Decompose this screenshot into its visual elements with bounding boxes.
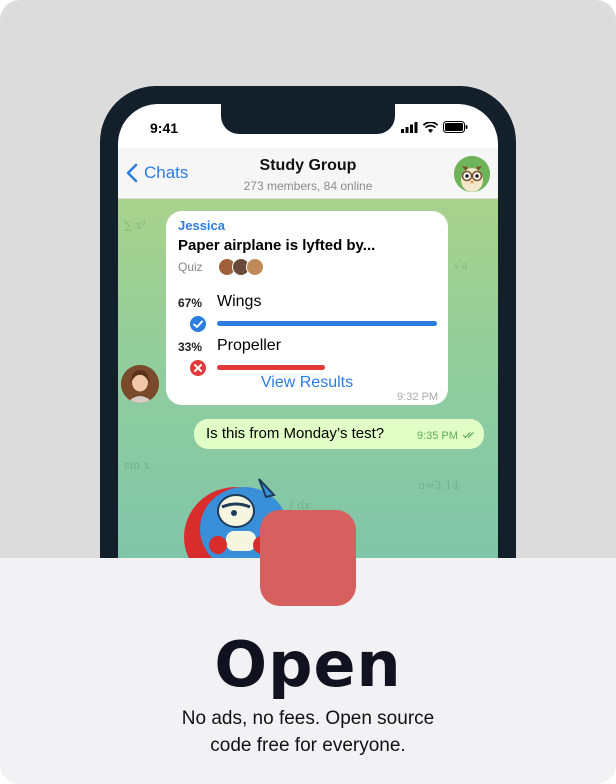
poll-type-label: Quiz bbox=[178, 260, 203, 274]
status-icons bbox=[401, 121, 468, 133]
promo-card: 9:41 Chats Study Group 273 members, 84 o… bbox=[0, 0, 616, 784]
background-pattern: sin x bbox=[124, 459, 150, 472]
voter-avatar bbox=[246, 258, 264, 276]
option-label: Wings bbox=[217, 293, 262, 310]
voter-avatars bbox=[218, 258, 264, 276]
promo-headline: Open bbox=[214, 628, 402, 701]
double-check-icon bbox=[462, 432, 474, 439]
poll-author[interactable]: Jessica bbox=[178, 218, 225, 233]
promo-description: No ads, no fees. Open source code free f… bbox=[0, 705, 616, 759]
poll-question: Paper airplane is lyfted by... bbox=[178, 237, 376, 254]
background-pattern: π=3.14 bbox=[418, 479, 459, 492]
promo-line-2: code free for everyone. bbox=[210, 735, 406, 756]
check-icon bbox=[190, 316, 206, 332]
view-results-button[interactable]: View Results bbox=[166, 374, 448, 392]
chat-subtitle: 273 members, 84 online bbox=[243, 179, 373, 193]
option-percent: 67% bbox=[178, 296, 203, 310]
message-text: Is this from Monday’s test? bbox=[206, 425, 385, 442]
background-pattern: √a bbox=[454, 259, 468, 272]
jessica-avatar[interactable] bbox=[121, 365, 159, 403]
option-label: Propeller bbox=[217, 337, 282, 354]
option-bar bbox=[217, 321, 437, 326]
user-photo-icon bbox=[121, 365, 159, 403]
signal-icon bbox=[401, 121, 418, 133]
promo-line-1: No ads, no fees. Open source bbox=[181, 708, 435, 729]
app-icon bbox=[260, 510, 356, 606]
poll-timestamp: 9:32 PM bbox=[397, 391, 438, 403]
quiz-poll-bubble[interactable]: Jessica Paper airplane is lyfted by... Q… bbox=[166, 211, 448, 405]
chat-title: Study Group bbox=[259, 157, 357, 174]
message-timestamp: 9:35 PM bbox=[417, 430, 476, 442]
status-time: 9:41 bbox=[150, 120, 179, 136]
message-time: 9:35 PM bbox=[416, 430, 458, 442]
option-percent: 33% bbox=[178, 340, 203, 354]
option-bar bbox=[217, 365, 325, 370]
wifi-icon bbox=[423, 121, 438, 133]
battery-icon bbox=[443, 121, 468, 133]
group-avatar[interactable] bbox=[454, 156, 490, 192]
owl-icon bbox=[454, 156, 490, 192]
background-pattern: ∑ x² bbox=[124, 219, 146, 232]
chat-header: Chats Study Group 273 members, 84 online bbox=[118, 148, 498, 199]
phone-notch bbox=[221, 104, 395, 134]
outgoing-message-bubble[interactable]: Is this from Monday’s test? 9:35 PM bbox=[194, 419, 484, 449]
